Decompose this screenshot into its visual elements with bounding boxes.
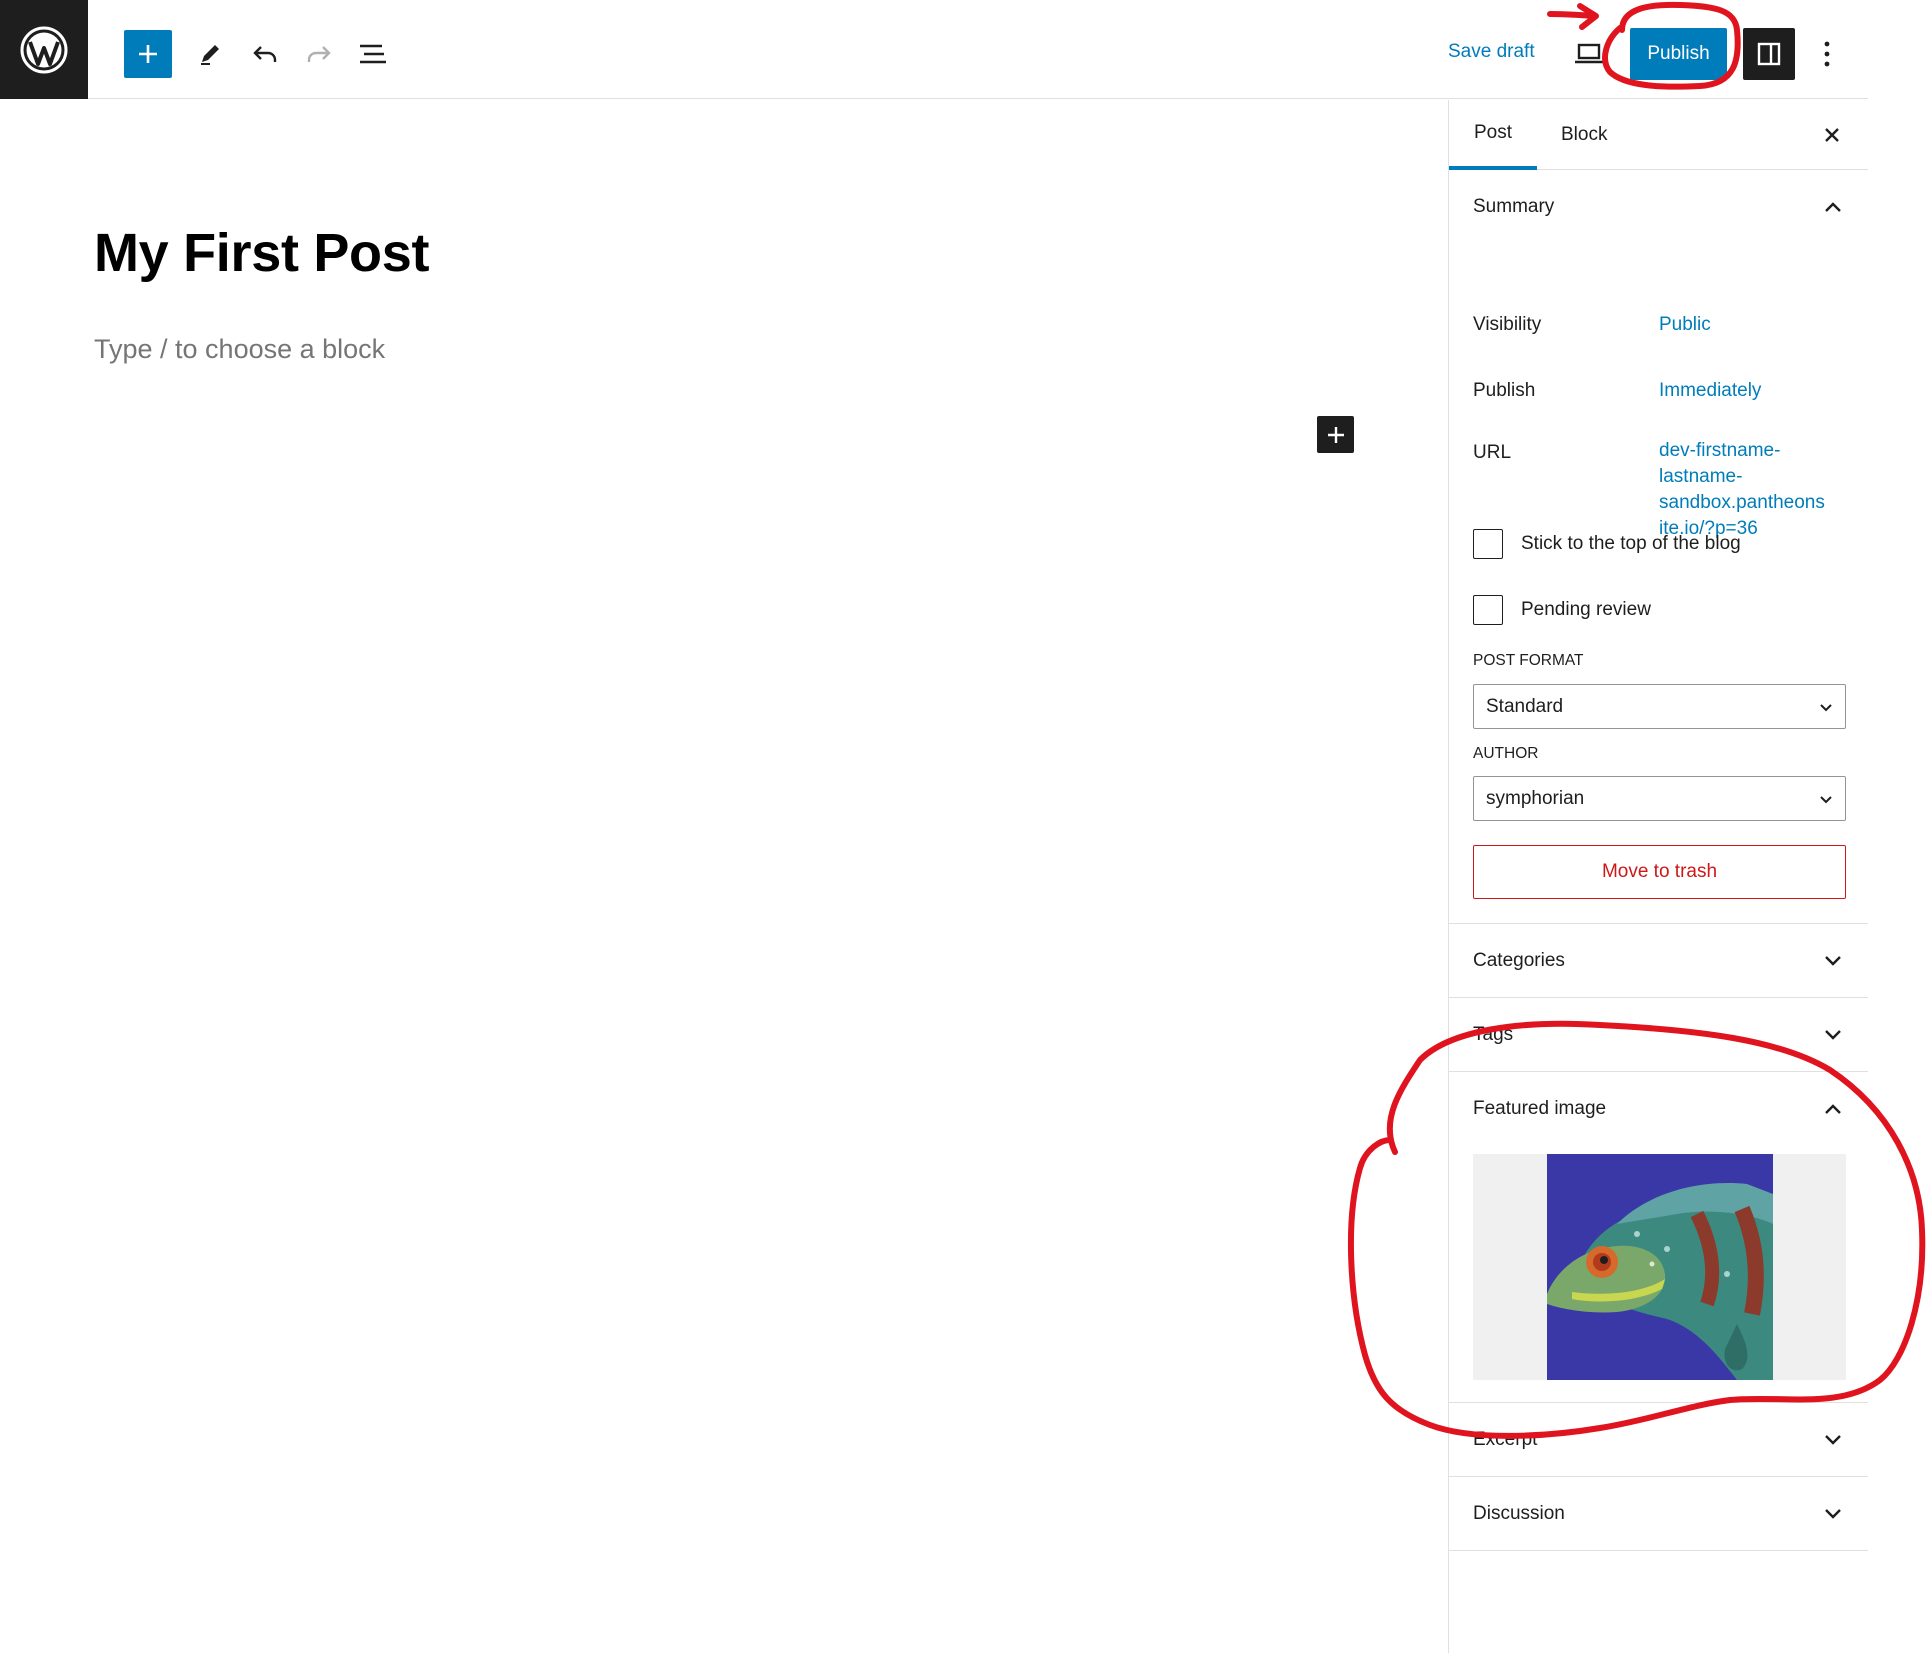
- post-format-value: Standard: [1486, 695, 1564, 717]
- undo-icon: [253, 46, 277, 62]
- more-vertical-icon: [1824, 41, 1830, 67]
- chevron-up-icon: [1825, 1104, 1841, 1114]
- sticky-checkbox[interactable]: [1473, 529, 1503, 559]
- close-icon: [1825, 128, 1839, 142]
- chevron-down-icon: [1825, 1508, 1841, 1519]
- post-format-select[interactable]: Standard: [1473, 684, 1846, 729]
- sticky-label: Stick to the top of the blog: [1521, 533, 1741, 554]
- pending-review-checkbox[interactable]: [1473, 595, 1503, 625]
- settings-sidebar-toggle[interactable]: [1743, 28, 1795, 80]
- document-overview-button[interactable]: [349, 30, 397, 78]
- excerpt-title: Excerpt: [1473, 1428, 1538, 1450]
- url-line: lastname-: [1659, 466, 1743, 487]
- settings-sidebar: Post Block Summary Visibility Public Pub…: [1448, 100, 1868, 1653]
- sidebar-tabs: Post Block: [1449, 100, 1868, 170]
- move-to-trash-button[interactable]: Move to trash: [1473, 845, 1846, 899]
- excerpt-panel-header[interactable]: Excerpt: [1449, 1403, 1868, 1477]
- featured-image-button[interactable]: [1473, 1154, 1846, 1380]
- publish-button[interactable]: Publish: [1630, 28, 1727, 80]
- editor-canvas[interactable]: My First Post Type / to choose a block: [0, 100, 1448, 1653]
- preview-button[interactable]: [1565, 30, 1613, 78]
- featured-image-title: Featured image: [1473, 1098, 1607, 1119]
- summary-panel: Summary Visibility Public Publish Immedi…: [1449, 170, 1868, 924]
- chevron-up-icon: [1825, 202, 1841, 212]
- author-select[interactable]: symphorian: [1473, 776, 1846, 821]
- undo-button[interactable]: [241, 30, 289, 78]
- tags-title: Tags: [1473, 1023, 1514, 1045]
- author-label: AUTHOR: [1473, 745, 1539, 762]
- save-draft-button[interactable]: Save draft: [1448, 41, 1535, 63]
- sidebar-icon: [1757, 42, 1781, 66]
- chevron-down-icon: [1820, 795, 1832, 803]
- url-label: URL: [1473, 442, 1512, 463]
- editor-header: Save draft Publish: [0, 0, 1868, 99]
- featured-image-panel-header[interactable]: Featured image: [1449, 1072, 1868, 1146]
- tab-post[interactable]: Post: [1449, 100, 1537, 170]
- post-format-label: POST FORMAT: [1473, 652, 1584, 669]
- plus-icon: [1327, 426, 1344, 443]
- wordpress-logo-button[interactable]: [0, 0, 88, 99]
- plus-icon: [139, 45, 157, 63]
- wordpress-icon: [20, 26, 68, 73]
- publish-date-button[interactable]: Immediately: [1659, 378, 1761, 404]
- list-view-icon: [360, 44, 386, 64]
- author-value: symphorian: [1486, 787, 1585, 809]
- redo-button[interactable]: [295, 30, 343, 78]
- inline-add-block-button[interactable]: [1317, 416, 1354, 453]
- summary-panel-header[interactable]: Summary: [1449, 170, 1868, 244]
- add-block-button[interactable]: [124, 30, 172, 78]
- url-line: sandbox.pantheons: [1659, 492, 1825, 513]
- close-sidebar-button[interactable]: [1808, 111, 1856, 159]
- block-placeholder[interactable]: Type / to choose a block: [94, 334, 385, 365]
- url-line: dev-firstname-: [1659, 440, 1781, 461]
- pencil-icon: [201, 45, 219, 65]
- featured-image-thumbnail: [1547, 1154, 1773, 1380]
- visibility-value-button[interactable]: Public: [1659, 312, 1711, 338]
- pending-review-option: Pending review: [1473, 595, 1651, 625]
- tags-panel-header[interactable]: Tags: [1449, 998, 1868, 1072]
- categories-panel-header[interactable]: Categories: [1449, 924, 1868, 998]
- tools-button[interactable]: [186, 30, 234, 78]
- featured-image-panel: Featured image: [1449, 1072, 1868, 1403]
- chevron-down-icon: [1825, 1029, 1841, 1040]
- redo-icon: [307, 46, 331, 62]
- publish-label: Publish: [1473, 380, 1536, 401]
- discussion-panel-header[interactable]: Discussion: [1449, 1477, 1868, 1551]
- discussion-title: Discussion: [1473, 1502, 1565, 1524]
- options-menu-button[interactable]: [1803, 30, 1851, 78]
- desktop-preview-icon: [1575, 43, 1603, 64]
- url-value-link[interactable]: dev-firstname- lastname- sandbox.pantheo…: [1659, 438, 1825, 542]
- chevron-down-icon: [1825, 955, 1841, 966]
- visibility-label: Visibility: [1473, 314, 1542, 335]
- post-title[interactable]: My First Post: [94, 222, 429, 284]
- summary-title: Summary: [1473, 196, 1555, 217]
- tab-block[interactable]: Block: [1561, 100, 1607, 170]
- chameleon-image: [1547, 1154, 1773, 1380]
- pending-review-label: Pending review: [1521, 599, 1651, 620]
- chevron-down-icon: [1820, 703, 1832, 711]
- sticky-option: Stick to the top of the blog: [1473, 529, 1741, 559]
- categories-title: Categories: [1473, 949, 1565, 971]
- chevron-down-icon: [1825, 1434, 1841, 1445]
